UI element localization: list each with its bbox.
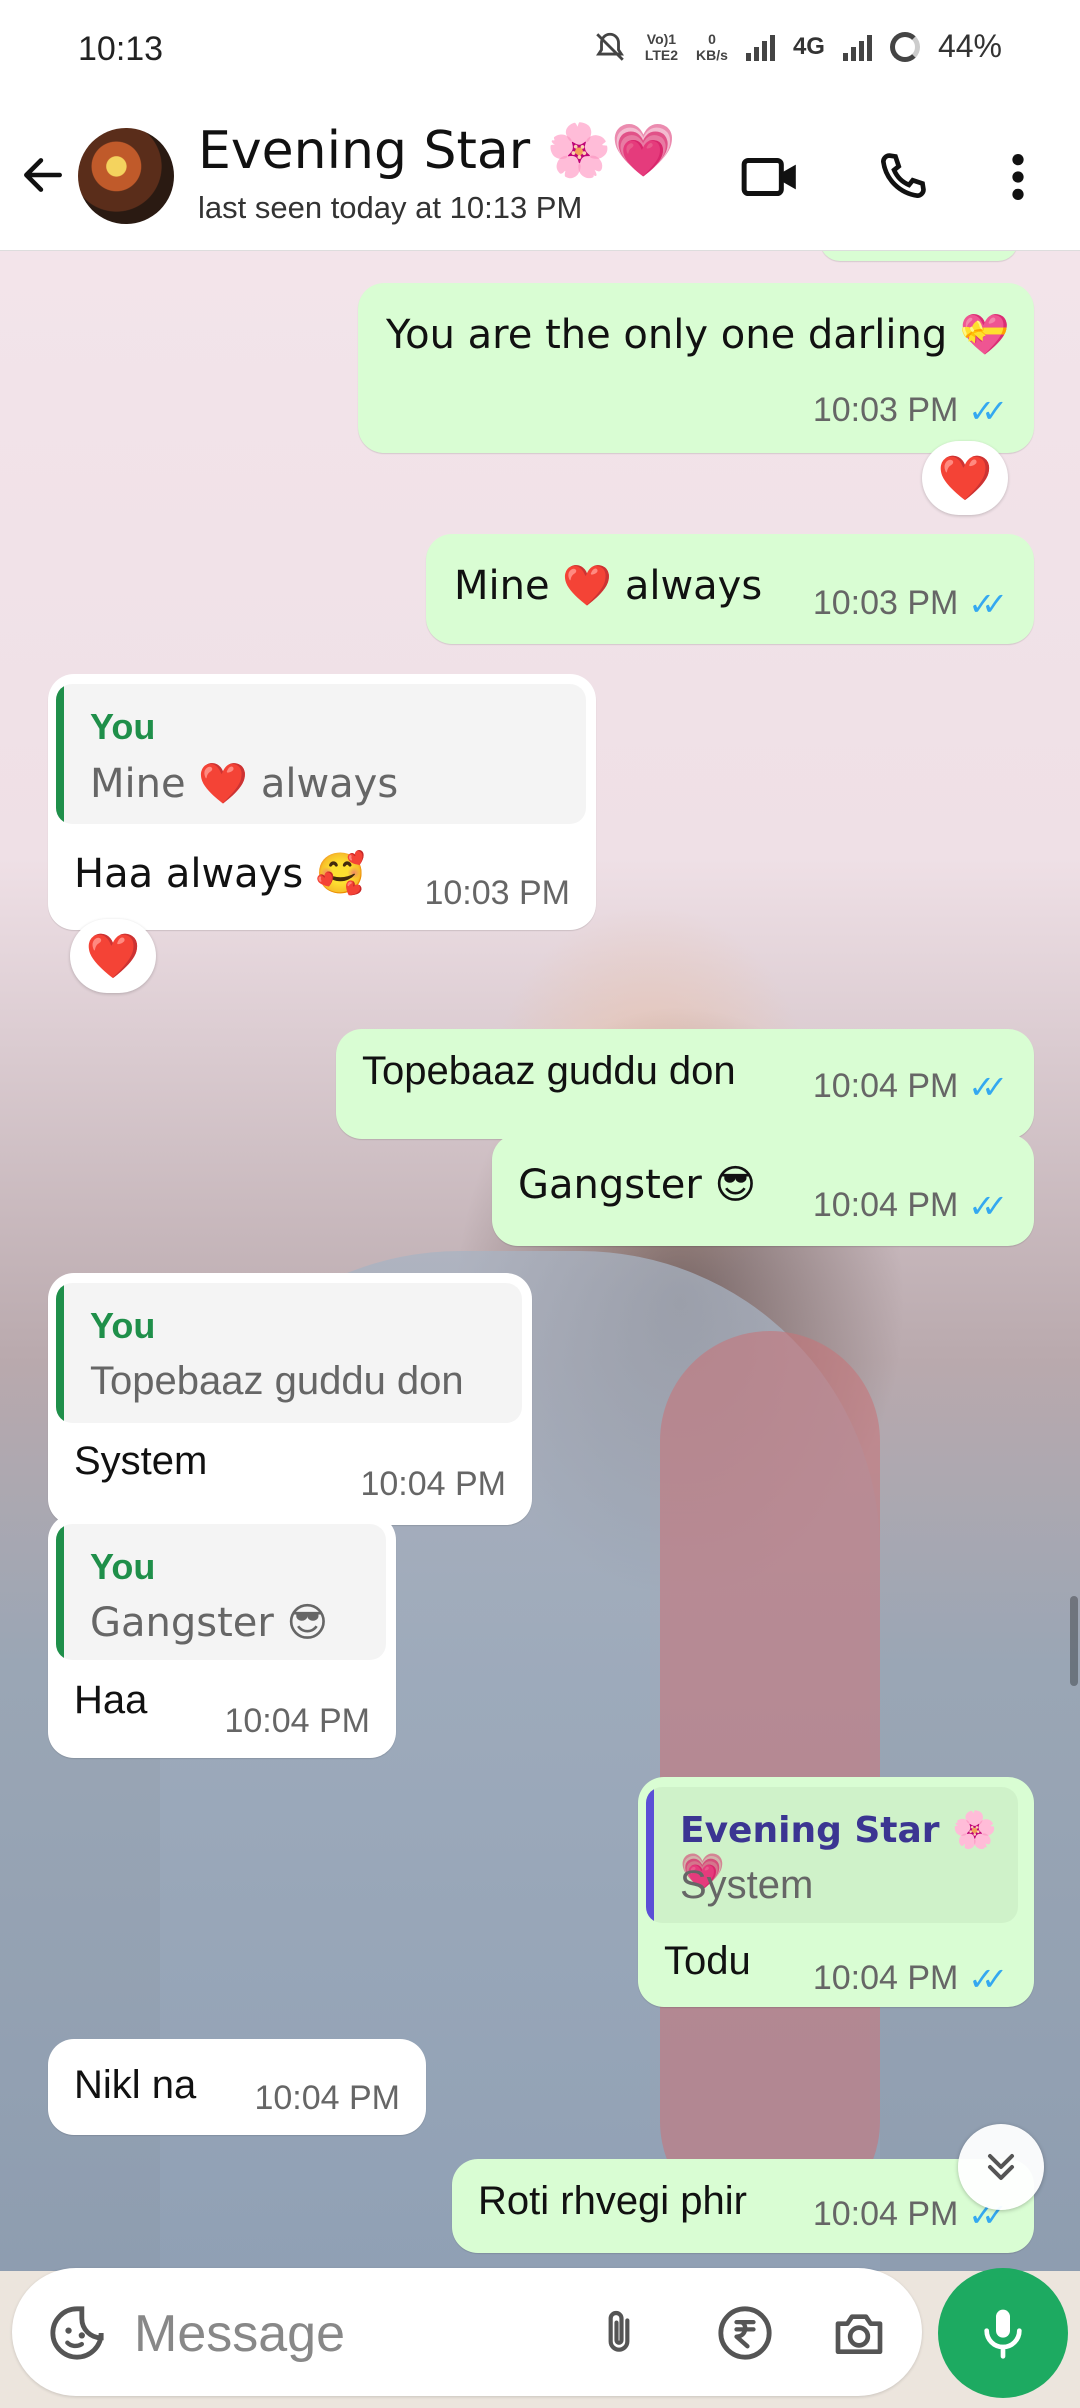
message-input[interactable]: Message (134, 2304, 345, 2364)
message-bubble-incoming[interactable]: Nikl na 10:04 PM (48, 2039, 426, 2135)
back-arrow-icon[interactable] (18, 150, 68, 200)
mic-icon (984, 2309, 1022, 2359)
message-time: 10:03 PM (812, 391, 959, 429)
quote-accent-bar (56, 1524, 64, 1660)
battery-percent: 44% (937, 28, 1002, 64)
contact-avatar[interactable] (78, 128, 174, 224)
message-bubble-incoming[interactable]: You Mine ❤️ always Haa always 🥰 10:03 PM (48, 674, 596, 930)
message-text: Mine ❤️ always (454, 563, 763, 609)
message-meta: 10:03 PM ✓✓ (813, 584, 1008, 623)
message-time: 10:04 PM (254, 2079, 400, 2117)
sticker-icon[interactable] (42, 2298, 112, 2368)
status-time: 10:13 (78, 30, 164, 68)
read-ticks-icon: ✓✓ (968, 1960, 1007, 1997)
read-ticks-icon: ✓✓ (968, 1187, 1007, 1224)
contact-name[interactable]: Evening Star 🌸💗 (198, 120, 676, 181)
message-bubble-incoming[interactable]: You Topebaaz guddu don System 10:04 PM (48, 1273, 532, 1525)
quoted-message[interactable]: Evening Star 🌸💗 System (646, 1787, 1018, 1923)
read-ticks-icon: ✓✓ (968, 1068, 1007, 1105)
message-time: 10:04 PM (812, 2195, 959, 2233)
message-meta: 10:04 PM ✓✓ (813, 1067, 1008, 1106)
quote-author: You (90, 1546, 156, 1587)
message-bubble-outgoing[interactable]: Topebaaz guddu don 10:04 PM ✓✓ (336, 1029, 1034, 1139)
chat-header: Evening Star 🌸💗 last seen today at 10:13… (0, 100, 1080, 251)
message-bubble-incoming[interactable]: You Gangster 😎 Haa 10:04 PM (48, 1514, 396, 1758)
status-icons: Vo)1 LTE2 0 KB/s 4G 44% (593, 28, 1002, 65)
message-meta: 10:04 PM ✓✓ (813, 1186, 1008, 1225)
camera-icon[interactable] (824, 2298, 894, 2368)
reaction-badge[interactable]: ❤️ (70, 919, 156, 993)
message-text: Topebaaz guddu don (362, 1049, 736, 1093)
message-text: System (74, 1439, 208, 1483)
message-text: Nikl na (74, 2063, 197, 2107)
message-text: You are the only one darling 💝 (386, 312, 1010, 358)
message-time: 10:04 PM (812, 1186, 959, 1224)
status-bar: 10:13 Vo)1 LTE2 0 KB/s 4G 44% (0, 0, 1080, 100)
read-ticks-icon: ✓✓ (968, 392, 1007, 429)
volte-indicator: Vo)1 LTE2 (644, 30, 679, 63)
chat-area[interactable]: You are the only one darling 💝 10:03 PM … (0, 251, 1080, 2271)
mute-notifications-icon (595, 32, 624, 61)
message-text: Haa always 🥰 (74, 851, 366, 897)
quoted-message[interactable]: You Mine ❤️ always (56, 684, 586, 824)
signal-icon-2 (842, 33, 872, 61)
message-bubble-outgoing[interactable]: Gangster 😎 10:04 PM ✓✓ (492, 1134, 1034, 1246)
message-text: Gangster 😎 (518, 1162, 757, 1208)
message-time: 10:04 PM (812, 1067, 959, 1105)
reaction-badge[interactable]: ❤️ (922, 441, 1008, 515)
message-text: Roti rhvegi phir (478, 2179, 748, 2223)
quote-text: Topebaaz guddu don (90, 1359, 464, 1403)
voice-call-icon[interactable] (867, 142, 937, 212)
payment-rupee-icon[interactable] (710, 2298, 780, 2368)
message-bubble-partial[interactable] (820, 251, 1018, 261)
message-time: 10:03 PM (424, 874, 570, 912)
mic-button[interactable] (938, 2268, 1068, 2398)
quote-accent-bar (56, 684, 64, 824)
quote-text: System (680, 1863, 814, 1907)
more-options-icon[interactable] (983, 142, 1053, 212)
message-bubble-outgoing[interactable]: Roti rhvegi phir 10:04 PM ✓✓ (452, 2159, 1034, 2253)
quote-author: You (90, 1305, 156, 1346)
quote-text: Gangster 😎 (90, 1600, 329, 1646)
quote-text: Mine ❤️ always (90, 761, 399, 807)
quote-author: You (90, 706, 156, 747)
video-call-icon[interactable] (736, 142, 806, 212)
message-meta: 10:04 PM ✓✓ (813, 1959, 1008, 1998)
quote-accent-bar (56, 1283, 64, 1423)
quoted-message[interactable]: You Gangster 😎 (56, 1524, 386, 1660)
last-seen: last seen today at 10:13 PM (198, 190, 583, 225)
data-speed: 0 KB/s (696, 30, 728, 63)
message-text: Todu (664, 1939, 751, 1983)
battery-icon (889, 31, 920, 62)
signal-icon-1 (745, 33, 775, 61)
message-time: 10:04 PM (812, 1959, 959, 1997)
message-bubble-outgoing[interactable]: Mine ❤️ always 10:03 PM ✓✓ (426, 534, 1034, 644)
message-meta: 10:03 PM ✓✓ (813, 391, 1008, 430)
message-bubble-outgoing[interactable]: Evening Star 🌸💗 System Todu 10:04 PM ✓✓ (638, 1777, 1034, 2007)
scroll-to-bottom-icon[interactable] (958, 2124, 1044, 2210)
quote-accent-bar (646, 1787, 654, 1923)
message-time: 10:04 PM (360, 1465, 506, 1503)
scrollbar-thumb[interactable] (1070, 1596, 1078, 1686)
attach-icon[interactable] (584, 2298, 654, 2368)
message-bubble-outgoing[interactable]: You are the only one darling 💝 10:03 PM … (358, 283, 1034, 453)
message-time: 10:04 PM (224, 1702, 370, 1740)
message-time: 10:03 PM (812, 584, 959, 622)
network-type: 4G (792, 32, 825, 60)
quoted-message[interactable]: You Topebaaz guddu don (56, 1283, 522, 1423)
message-composer: Message (12, 2268, 922, 2396)
message-text: Haa (74, 1678, 148, 1722)
read-ticks-icon: ✓✓ (968, 585, 1007, 622)
